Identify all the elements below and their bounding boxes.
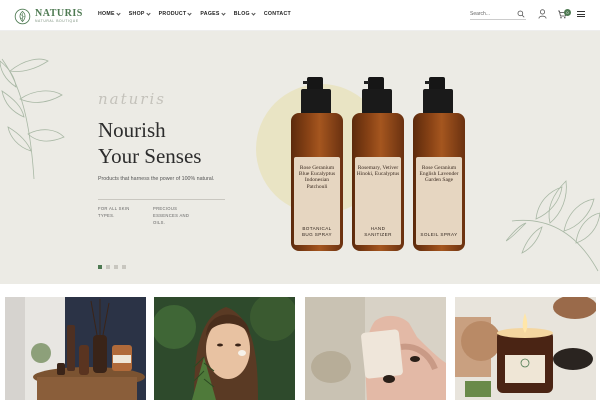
slider-dot[interactable] [114, 265, 118, 269]
nav-item-label: SHOP [128, 11, 145, 17]
category-photo-home-decor[interactable] [5, 297, 146, 400]
photo-image [5, 297, 146, 400]
bottle-label: Rose Geranium English Lavender Garden Sage… [416, 157, 462, 245]
product-bottle[interactable]: Rose Geranium English Lavender Garden Sage… [411, 77, 467, 283]
nav-item-label: HOME [98, 11, 115, 17]
site-header: NATURIS NATURAL BOUTIQUE HOME SHOP PRODUCT… [0, 0, 600, 31]
category-photo-soaps[interactable] [305, 297, 446, 400]
search-input[interactable]: Search... [470, 11, 490, 17]
hero-slider: naturis Nourish Your Senses Products tha… [0, 31, 600, 284]
slider-pagination [98, 265, 126, 269]
label-line: SOLEIL SPRAY [420, 231, 458, 237]
botanical-branch-decoration-icon [506, 180, 600, 272]
nav-item-label: PAGES [200, 11, 220, 17]
nav-item-blog[interactable]: BLOG [233, 10, 256, 17]
hero-script-text: naturis [98, 90, 166, 108]
bottle-label-product-name: HAND SANITIZER [355, 226, 401, 237]
nav-item-pages[interactable]: PAGES [200, 10, 226, 17]
spray-cap [307, 77, 323, 89]
nav-item-label: CONTACT [263, 11, 291, 17]
chevron-down-icon [146, 10, 151, 16]
photo-image [305, 297, 446, 400]
spray-cap [368, 77, 384, 89]
spray-cap [429, 77, 445, 89]
brand-name: NATURIS [35, 7, 83, 19]
user-icon[interactable] [538, 9, 547, 19]
cart-count-badge: 0 [564, 9, 571, 16]
label-line: Hinoki, Eucalyptus [356, 171, 400, 178]
main-nav: HOME SHOP PRODUCT PAGES BLOG CONTACT [98, 10, 300, 17]
menu-icon[interactable] [577, 11, 585, 17]
photo-image [154, 297, 295, 400]
chevron-down-icon [221, 10, 226, 16]
nav-item-label: PRODUCT [158, 11, 187, 17]
photo-image [455, 297, 596, 400]
bottle-label-ingredients: Rosemary, Vetiver Hinoki, Eucalyptus [355, 165, 401, 177]
chevron-down-icon [116, 10, 121, 16]
headline-line: Your Senses [98, 144, 202, 168]
logo-leaf-icon [14, 8, 31, 24]
spray-nozzle [425, 81, 430, 84]
label-line: SANITIZER [364, 231, 392, 237]
brand-tagline: NATURAL BOUTIQUE [35, 18, 79, 23]
category-photo-candles[interactable] [455, 297, 596, 400]
nav-item-label: BLOG [233, 11, 250, 17]
bottle-label-product-name: SOLEIL SPRAY [416, 232, 462, 237]
nav-item-home[interactable]: HOME [98, 10, 121, 17]
chevron-down-icon [251, 10, 256, 16]
label-line: Indonesian Patchouli [304, 177, 330, 190]
cap-collar [423, 89, 453, 115]
product-bottle[interactable]: Rose Geranium Blue Eucalyptus Indonesian P… [289, 77, 345, 283]
bottle-label: Rose Geranium Blue Eucalyptus Indonesian P… [294, 157, 340, 245]
label-line: Garden Sage [424, 177, 454, 184]
botanical-leaf-decoration-icon [0, 58, 65, 180]
hero-divider [98, 199, 225, 200]
slider-dot[interactable] [106, 265, 110, 269]
bottle-label-ingredients: Rose Geranium Blue Eucalyptus Indonesian P… [294, 165, 340, 190]
category-photo-skincare[interactable] [154, 297, 295, 400]
slider-dot[interactable] [122, 265, 126, 269]
cap-collar [362, 89, 392, 115]
hero-subline: Products that harness the power of 100% … [98, 176, 215, 182]
cap-collar [301, 89, 331, 115]
nav-item-product[interactable]: PRODUCT [158, 10, 193, 17]
headline-line: Nourish [98, 118, 166, 142]
label-line: BUG SPRAY [301, 231, 333, 237]
brand-logo[interactable]: NATURIS NATURAL BOUTIQUE [14, 6, 83, 26]
product-bottle[interactable]: Rosemary, Vetiver Hinoki, Eucalyptus HAND S… [350, 77, 406, 283]
bottle-label-product-name: BOTANICAL BUG SPRAY [294, 226, 340, 237]
spray-nozzle [303, 81, 308, 84]
nav-item-shop[interactable]: SHOP [128, 10, 151, 17]
hero-headline: Nourish Your Senses [98, 117, 201, 169]
slider-dot[interactable] [98, 265, 102, 269]
hero-feature: PRECIOUS ESSENCES AND OILS. [153, 206, 190, 225]
search-icon[interactable] [517, 10, 525, 18]
search-box[interactable]: Search... [470, 9, 526, 20]
hero-feature: FOR ALL SKIN TYPES. [98, 206, 130, 218]
bottle-label: Rosemary, Vetiver Hinoki, Eucalyptus HAND S… [355, 157, 401, 245]
chevron-down-icon [187, 10, 193, 16]
spray-nozzle [364, 81, 369, 84]
nav-item-contact[interactable]: CONTACT [264, 11, 291, 17]
bottle-label-ingredients: Rose Geranium English Lavender Garden Sage [416, 165, 462, 184]
